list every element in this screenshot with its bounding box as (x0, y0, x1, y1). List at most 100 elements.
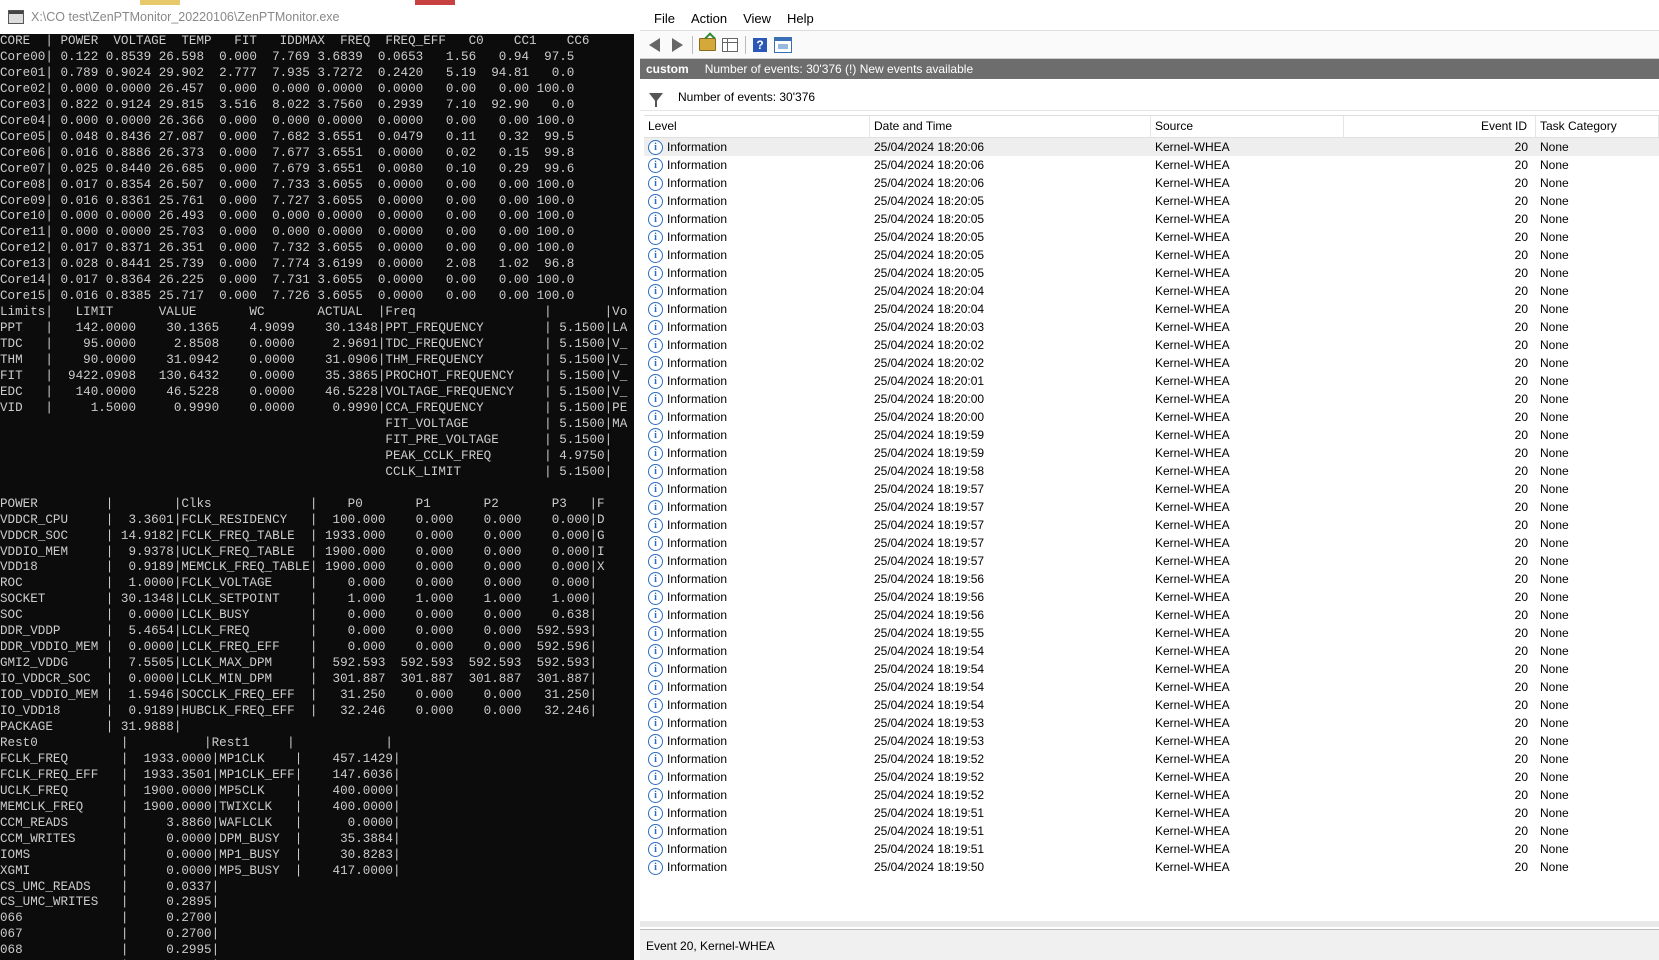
cell-task-category: None (1540, 212, 1569, 226)
table-row[interactable]: i Information 25/04/2024 18:19:53 Kernel-WH… (644, 732, 1659, 750)
cell-event-id: 20 (1514, 356, 1528, 370)
table-row[interactable]: i Information 25/04/2024 18:20:00 Kernel-WH… (644, 390, 1659, 408)
level-text: Information (667, 734, 728, 748)
cell-task-category: None (1540, 176, 1569, 190)
cell-level: i Information (644, 823, 870, 839)
cell-event-id: 20 (1514, 590, 1528, 604)
level-text: Information (667, 716, 728, 730)
cell-event-id: 20 (1514, 644, 1528, 658)
menu-action[interactable]: Action (691, 11, 727, 26)
table-row[interactable]: i Information 25/04/2024 18:19:57 Kernel-WH… (644, 498, 1659, 516)
cell-task-category: None (1540, 140, 1569, 154)
back-button[interactable] (645, 36, 663, 54)
cell-level: i Information (644, 535, 870, 551)
console-line: Core02| 0.000 0.0000 26.457 0.000 0.000 … (0, 81, 575, 96)
table-row[interactable]: i Information 25/04/2024 18:19:59 Kernel-WH… (644, 444, 1659, 462)
menu-help[interactable]: Help (787, 11, 814, 26)
console-line: Core12| 0.017 0.8371 26.351 0.000 7.732 … (0, 241, 575, 256)
cell-task-category: None (1540, 194, 1569, 208)
cell-event-id: 20 (1514, 410, 1528, 424)
console-line: FIT_VOLTAGE | 5.1500|MA (0, 416, 628, 431)
show-pane-button[interactable] (774, 36, 792, 54)
menu-view[interactable]: View (743, 11, 771, 26)
cell-source: Kernel-WHEA (1155, 464, 1230, 478)
table-row[interactable]: i Information 25/04/2024 18:20:05 Kernel-WH… (644, 264, 1659, 282)
table-row[interactable]: i Information 25/04/2024 18:19:55 Kernel-WH… (644, 624, 1659, 642)
cell-source: Kernel-WHEA (1155, 536, 1230, 550)
table-row[interactable]: i Information 25/04/2024 18:19:57 Kernel-WH… (644, 516, 1659, 534)
log-message[interactable]: Number of events: 30'376 (!) New events … (705, 62, 973, 76)
table-row[interactable]: i Information 25/04/2024 18:19:56 Kernel-WH… (644, 588, 1659, 606)
table-row[interactable]: i Information 25/04/2024 18:19:53 Kernel-WH… (644, 714, 1659, 732)
properties-button[interactable] (721, 36, 739, 54)
console-line: VDDCR_SOC | 14.9182|FCLK_FREQ_TABLE | 19… (0, 528, 605, 543)
table-row[interactable]: i Information 25/04/2024 18:20:05 Kernel-WH… (644, 228, 1659, 246)
table-row[interactable]: i Information 25/04/2024 18:19:52 Kernel-WH… (644, 750, 1659, 768)
horizontal-scrollbar[interactable] (640, 921, 1659, 927)
table-row[interactable]: i Information 25/04/2024 18:20:02 Kernel-WH… (644, 336, 1659, 354)
table-row[interactable]: i Information 25/04/2024 18:20:03 Kernel-WH… (644, 318, 1659, 336)
table-row[interactable]: i Information 25/04/2024 18:20:06 Kernel-WH… (644, 174, 1659, 192)
information-icon: i (648, 391, 663, 407)
column-header-source[interactable]: Source (1151, 116, 1344, 137)
table-row[interactable]: i Information 25/04/2024 18:19:52 Kernel-WH… (644, 768, 1659, 786)
table-row[interactable]: i Information 25/04/2024 18:20:05 Kernel-WH… (644, 210, 1659, 228)
information-icon: i (648, 625, 663, 641)
table-row[interactable]: i Information 25/04/2024 18:20:05 Kernel-WH… (644, 192, 1659, 210)
open-folder-button[interactable] (698, 36, 716, 54)
detail-title: Event 20, Kernel-WHEA (646, 938, 775, 953)
cell-date: 25/04/2024 18:19:57 (874, 500, 985, 514)
table-row[interactable]: i Information 25/04/2024 18:19:51 Kernel-WH… (644, 840, 1659, 858)
column-header-level[interactable]: Level (644, 116, 870, 137)
console-line: CORE | POWER VOLTAGE TEMP FIT IDDMAX FRE… (0, 34, 590, 48)
table-row[interactable]: i Information 25/04/2024 18:19:54 Kernel-WH… (644, 678, 1659, 696)
column-header-task-category[interactable]: Task Category (1536, 116, 1659, 137)
table-row[interactable]: i Information 25/04/2024 18:19:56 Kernel-WH… (644, 570, 1659, 588)
cell-level: i Information (644, 679, 870, 695)
table-row[interactable]: i Information 25/04/2024 18:19:54 Kernel-WH… (644, 660, 1659, 678)
table-row[interactable]: i Information 25/04/2024 18:20:04 Kernel-WH… (644, 282, 1659, 300)
table-row[interactable]: i Information 25/04/2024 18:20:01 Kernel-WH… (644, 372, 1659, 390)
table-row[interactable]: i Information 25/04/2024 18:20:02 Kernel-WH… (644, 354, 1659, 372)
column-header-date[interactable]: Date and Time (870, 116, 1151, 137)
cell-task-category: None (1540, 320, 1569, 334)
table-row[interactable]: i Information 25/04/2024 18:19:57 Kernel-WH… (644, 480, 1659, 498)
table-row[interactable]: i Information 25/04/2024 18:19:50 Kernel-WH… (644, 858, 1659, 876)
table-row[interactable]: i Information 25/04/2024 18:19:56 Kernel-WH… (644, 606, 1659, 624)
table-row[interactable]: i Information 25/04/2024 18:19:51 Kernel-WH… (644, 822, 1659, 840)
help-button[interactable]: ? (751, 36, 769, 54)
console-line: Core01| 0.789 0.9024 29.902 2.777 7.935 … (0, 65, 575, 80)
table-row[interactable]: i Information 25/04/2024 18:20:06 Kernel-WH… (644, 138, 1659, 156)
cell-task-category: None (1540, 590, 1569, 604)
cell-date: 25/04/2024 18:19:57 (874, 518, 985, 532)
level-text: Information (667, 320, 728, 334)
table-row[interactable]: i Information 25/04/2024 18:19:58 Kernel-WH… (644, 462, 1659, 480)
table-row[interactable]: i Information 25/04/2024 18:19:59 Kernel-WH… (644, 426, 1659, 444)
cell-date: 25/04/2024 18:20:05 (874, 230, 985, 244)
table-row[interactable]: i Information 25/04/2024 18:19:52 Kernel-WH… (644, 786, 1659, 804)
cell-event-id: 20 (1514, 302, 1528, 316)
console-title-bar[interactable]: X:\CO test\ZenPTMonitor_20220106\ZenPTMo… (0, 0, 634, 34)
console-line: Core08| 0.017 0.8354 26.507 0.000 7.733 … (0, 177, 575, 192)
table-row[interactable]: i Information 25/04/2024 18:19:57 Kernel-WH… (644, 534, 1659, 552)
console-line: Core03| 0.822 0.9124 29.815 3.516 8.022 … (0, 97, 575, 112)
table-row[interactable]: i Information 25/04/2024 18:20:00 Kernel-WH… (644, 408, 1659, 426)
level-text: Information (667, 626, 728, 640)
column-header-event-id[interactable]: Event ID (1344, 116, 1536, 137)
cell-source: Kernel-WHEA (1155, 140, 1230, 154)
console-line: CCLK_LIMIT | 5.1500| (0, 464, 613, 479)
table-row[interactable]: i Information 25/04/2024 18:20:04 Kernel-WH… (644, 300, 1659, 318)
cell-level: i Information (644, 553, 870, 569)
table-row[interactable]: i Information 25/04/2024 18:19:51 Kernel-WH… (644, 804, 1659, 822)
forward-button[interactable] (668, 36, 686, 54)
table-row[interactable]: i Information 25/04/2024 18:19:54 Kernel-WH… (644, 642, 1659, 660)
table-row[interactable]: i Information 25/04/2024 18:19:54 Kernel-WH… (644, 696, 1659, 714)
table-row[interactable]: i Information 25/04/2024 18:20:06 Kernel-WH… (644, 156, 1659, 174)
table-row[interactable]: i Information 25/04/2024 18:20:05 Kernel-WH… (644, 246, 1659, 264)
table-row[interactable]: i Information 25/04/2024 18:19:57 Kernel-WH… (644, 552, 1659, 570)
back-arrow-icon (648, 37, 660, 52)
cell-date: 25/04/2024 18:19:53 (874, 716, 985, 730)
cell-event-id: 20 (1514, 464, 1528, 478)
menu-file[interactable]: File (654, 11, 675, 26)
forward-arrow-icon (671, 37, 683, 52)
